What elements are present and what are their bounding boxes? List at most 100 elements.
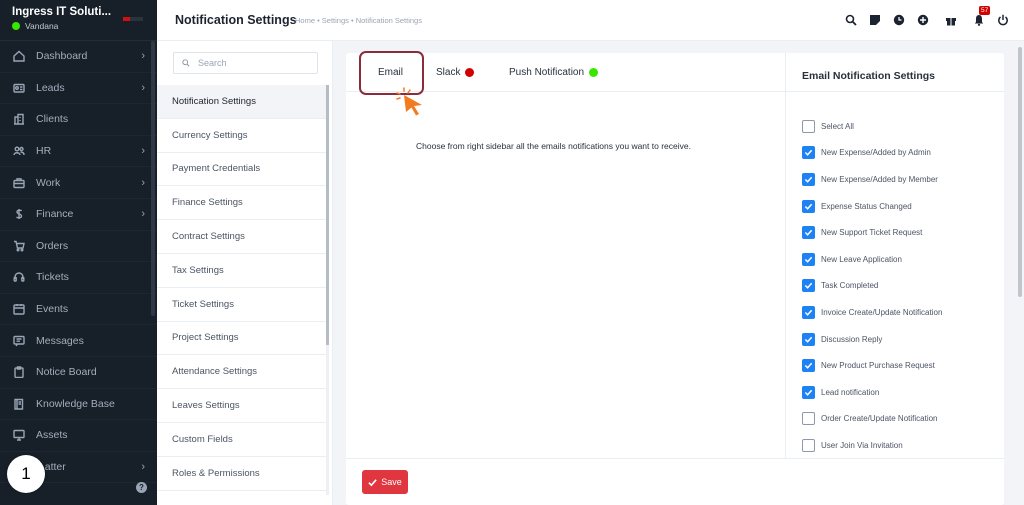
settings-menu-item[interactable]: Attendance Settings: [157, 355, 326, 390]
sidebar-menu: Dashboard › Leads › Clients HR › Work › Finance › O…: [0, 41, 157, 484]
email-option-label: Select All: [821, 121, 854, 131]
id-card-icon: [12, 81, 26, 95]
pointer-cursor-icon: [396, 87, 422, 116]
email-option-row: New Expense/Added by Admin: [802, 140, 942, 167]
push-status-dot: [589, 68, 599, 77]
checkbox-unchecked[interactable]: [802, 412, 815, 426]
email-option-label: New Expense/Added by Member: [821, 174, 938, 184]
email-option-row: Expense Status Changed: [802, 193, 942, 220]
chevron-right-icon: ›: [141, 81, 145, 94]
search-icon[interactable]: [844, 13, 858, 27]
checkbox-checked[interactable]: [802, 252, 815, 266]
email-option-row: Lead notification: [802, 379, 942, 406]
sidebar-item-label: Knowledge Base: [36, 397, 115, 410]
email-option-label: New Expense/Added by Admin: [821, 148, 931, 158]
checkbox-checked[interactable]: [802, 332, 815, 346]
sidebar-item-events[interactable]: Events: [0, 294, 157, 326]
chevron-right-icon: ›: [141, 176, 145, 189]
sidebar-item-label: Dashboard: [36, 50, 88, 63]
clipboard-icon: [12, 365, 26, 379]
sidebar-item-assets[interactable]: Assets: [0, 420, 157, 452]
home-icon: [12, 49, 26, 63]
settings-menu-item[interactable]: Project Settings: [157, 322, 326, 356]
checkbox-checked[interactable]: [802, 199, 815, 213]
headset-icon: [12, 270, 26, 284]
page-scrollbar[interactable]: [1016, 41, 1024, 505]
settings-menu-item[interactable]: Contract Settings: [157, 220, 326, 254]
settings-search-box[interactable]: [173, 52, 318, 74]
email-option-row: Task Completed: [802, 273, 942, 300]
sidebar: Ingress IT Soluti... Vandana Dashboard › L…: [0, 0, 157, 505]
page-title: Notification Settings: [175, 13, 297, 27]
sidebar-item-hr[interactable]: HR ›: [0, 136, 157, 168]
power-icon[interactable]: [996, 13, 1010, 27]
sidebar-item-finance[interactable]: Finance ›: [0, 199, 157, 231]
email-option-row: New Product Purchase Request: [802, 352, 942, 379]
settings-search-input[interactable]: [198, 58, 308, 68]
email-option-label: New Product Purchase Request: [821, 361, 935, 371]
save-button[interactable]: Save: [362, 470, 408, 494]
sidebar-item-label: Events: [36, 303, 69, 316]
monitor-icon: [12, 428, 26, 442]
email-option-row: Invoice Create/Update Notification: [802, 299, 942, 326]
help-icon[interactable]: ?: [136, 482, 147, 493]
email-option-row: Discussion Reply: [802, 326, 942, 353]
tab-push-notification[interactable]: Push Notification: [509, 53, 599, 92]
checkbox-checked[interactable]: [802, 359, 815, 373]
sidebar-item-notice-board[interactable]: Notice Board: [0, 357, 157, 389]
email-option-row: New Leave Application: [802, 246, 942, 273]
settings-menu-list: Notification Settings Currency Settings Pa…: [157, 85, 326, 491]
checkbox-checked[interactable]: [802, 305, 815, 319]
user-name: Vandana: [25, 21, 59, 31]
bell-icon[interactable]: 57: [972, 6, 991, 27]
settings-menu-item[interactable]: Leaves Settings: [157, 389, 326, 423]
sidebar-item-orders[interactable]: Orders: [0, 231, 157, 263]
checkbox-checked[interactable]: [802, 385, 815, 399]
settings-menu-scrollbar[interactable]: [326, 85, 329, 495]
search-icon: [182, 59, 190, 67]
checkbox-checked[interactable]: [802, 172, 815, 186]
email-options-list: Select All New Expense/Added by Admin New …: [802, 113, 942, 459]
clock-icon[interactable]: [892, 13, 906, 27]
sticky-note-icon[interactable]: [868, 13, 882, 27]
sidebar-item-clients[interactable]: Clients: [0, 104, 157, 136]
settings-menu-item[interactable]: Notification Settings: [157, 85, 326, 119]
people-icon: [12, 144, 26, 158]
sidebar-item-label: Leads: [36, 81, 65, 94]
checkbox-checked[interactable]: [802, 146, 815, 160]
settings-menu-item[interactable]: Payment Credentials: [157, 153, 326, 187]
tab-slack[interactable]: Slack: [436, 53, 475, 92]
email-option-label: Task Completed: [821, 281, 879, 291]
breadcrumb: Home • Settings • Notification Settings: [295, 16, 422, 25]
sidebar-item-label: Tickets: [36, 271, 69, 284]
sidebar-item-tickets[interactable]: Tickets: [0, 262, 157, 294]
divider: [786, 91, 1005, 92]
calendar-icon: [12, 302, 26, 316]
sidebar-item-label: Notice Board: [36, 366, 97, 379]
sidebar-item-dashboard[interactable]: Dashboard ›: [0, 41, 157, 73]
briefcase-icon: [12, 176, 26, 190]
sidebar-header[interactable]: Ingress IT Soluti... Vandana: [0, 0, 157, 41]
settings-menu-item[interactable]: Currency Settings: [157, 119, 326, 153]
settings-menu-item[interactable]: Finance Settings: [157, 186, 326, 221]
online-status-dot: [12, 22, 20, 30]
gift-icon[interactable]: [944, 13, 958, 27]
settings-menu-item[interactable]: Tax Settings: [157, 254, 326, 288]
sidebar-scrollbar[interactable]: [151, 41, 155, 316]
sidebar-item-leads[interactable]: Leads ›: [0, 73, 157, 105]
chevron-right-icon: ›: [141, 50, 145, 63]
sidebar-item-work[interactable]: Work ›: [0, 167, 157, 199]
settings-menu-item[interactable]: Custom Fields: [157, 423, 326, 457]
chevron-right-icon: ›: [141, 145, 145, 158]
book-icon: [12, 397, 26, 411]
checkbox-checked[interactable]: [802, 226, 815, 240]
checkbox-unchecked[interactable]: [802, 438, 815, 452]
plus-circle-icon[interactable]: [916, 13, 930, 27]
settings-menu-item[interactable]: Roles & Permissions: [157, 457, 326, 491]
checkbox-unchecked[interactable]: [802, 119, 815, 133]
settings-menu-item[interactable]: Ticket Settings: [157, 288, 326, 322]
checkbox-checked[interactable]: [802, 279, 815, 293]
sidebar-item-knowledge-base[interactable]: Knowledge Base: [0, 389, 157, 421]
sidebar-item-messages[interactable]: Messages: [0, 325, 157, 357]
email-option-row: New Support Ticket Request: [802, 219, 942, 246]
